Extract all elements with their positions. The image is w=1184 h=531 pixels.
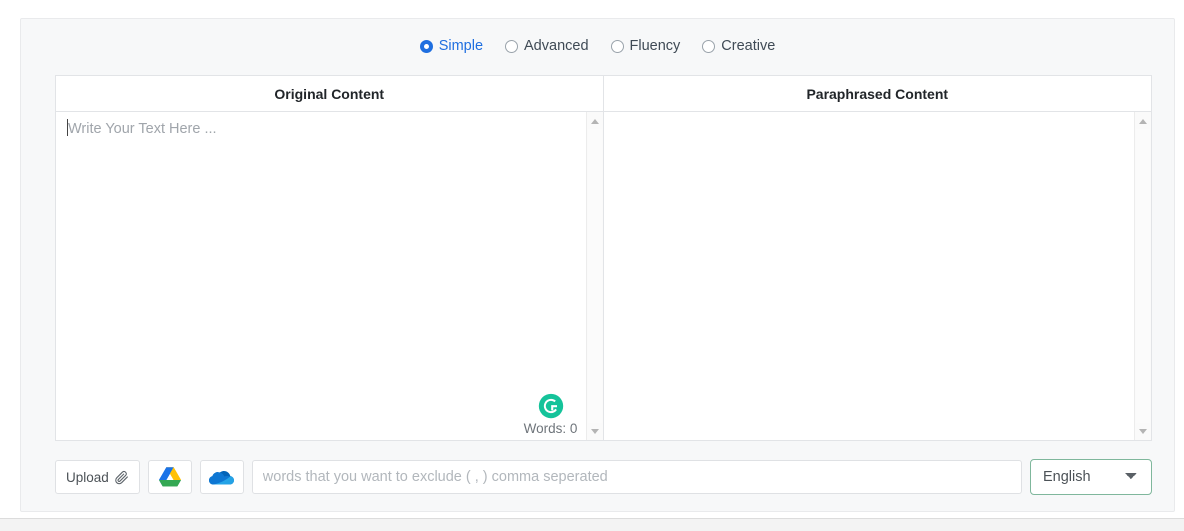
onedrive-icon [208, 470, 234, 484]
editor-toolbar: Upload words that you want to exclude (… [55, 459, 1152, 495]
google-drive-button[interactable] [147, 460, 192, 494]
original-content-pane: Original Content Write Your Text Here ..… [56, 76, 604, 440]
mode-radio-group: Simple Advanced Fluency Creative [21, 19, 1174, 73]
radio-creative-icon[interactable] [702, 39, 716, 53]
scrollbar-track[interactable] [587, 129, 602, 423]
radio-advanced-icon[interactable] [505, 39, 519, 53]
scroll-down-icon[interactable] [587, 423, 603, 439]
mode-creative-label: Creative [721, 37, 776, 54]
word-count-label: Words: 0 [523, 421, 578, 436]
radio-fluency-icon[interactable] [610, 39, 624, 53]
scroll-up-icon[interactable] [587, 113, 603, 129]
mode-fluency[interactable]: Fluency [610, 37, 681, 54]
mode-simple[interactable]: Simple [419, 37, 484, 54]
radio-simple-icon[interactable] [419, 39, 433, 53]
paraphrased-content-scrollbar[interactable] [1134, 112, 1151, 440]
word-counter-block: Words: 0 [515, 393, 587, 436]
mode-advanced[interactable]: Advanced [505, 39, 589, 54]
paraphrased-content-header: Paraphrased Content [603, 76, 1151, 112]
editor-panels: Original Content Write Your Text Here ..… [55, 75, 1152, 441]
upload-button[interactable]: Upload [55, 460, 140, 494]
original-content-body[interactable]: Write Your Text Here ... Words: 0 [56, 112, 603, 440]
grammarly-icon[interactable] [538, 393, 564, 419]
original-content-placeholder: Write Your Text Here ... [68, 121, 217, 137]
onedrive-button[interactable] [199, 460, 244, 494]
scroll-up-icon[interactable] [1135, 113, 1151, 129]
paraphraser-card: Simple Advanced Fluency Creative Origina… [20, 18, 1175, 512]
language-select[interactable]: English [1030, 459, 1152, 495]
scrollbar-track[interactable] [1136, 129, 1150, 423]
mode-fluency-label: Fluency [629, 37, 681, 54]
paperclip-icon [115, 470, 128, 484]
app-page: Simple Advanced Fluency Creative Origina… [0, 0, 1184, 531]
page-bottom-scrollbar[interactable] [0, 518, 1184, 531]
original-content-scrollbar[interactable] [585, 112, 603, 440]
scroll-down-icon[interactable] [1135, 423, 1151, 439]
mode-simple-label: Simple [438, 37, 484, 54]
mode-advanced-label: Advanced [524, 37, 589, 54]
google-drive-icon [158, 467, 181, 487]
paraphrased-content-pane: Paraphrased Content [603, 76, 1151, 440]
exclude-words-input[interactable] [251, 460, 1022, 494]
mode-creative[interactable]: Creative [702, 39, 775, 54]
upload-button-label: Upload [66, 469, 109, 485]
page-body: Simple Advanced Fluency Creative Origina… [12, 0, 1184, 519]
original-content-header: Original Content [56, 76, 603, 112]
paraphrased-content-body[interactable] [603, 112, 1151, 440]
